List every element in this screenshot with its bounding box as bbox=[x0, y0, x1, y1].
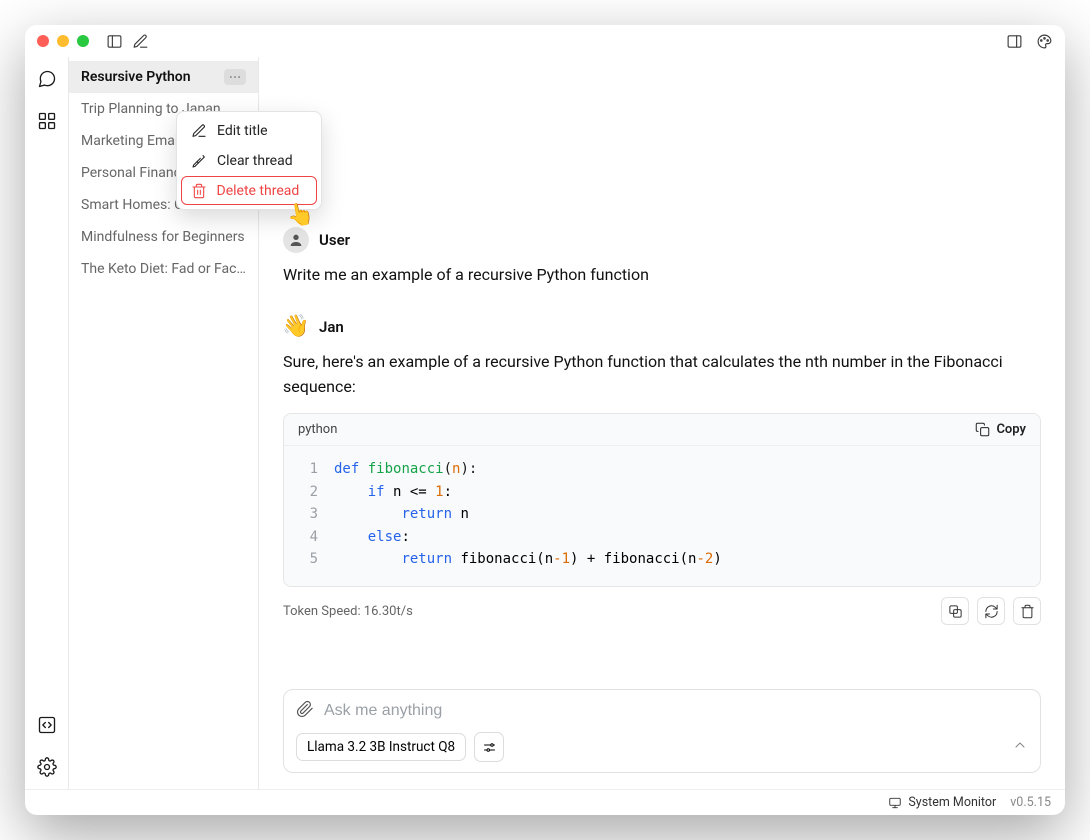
icon-bar bbox=[25, 57, 69, 789]
toggle-sidebar-icon[interactable] bbox=[105, 32, 123, 50]
titlebar bbox=[25, 25, 1065, 57]
copy-message-icon[interactable] bbox=[941, 597, 969, 625]
chat-icon[interactable] bbox=[33, 65, 61, 93]
main-layout: Resursive Python Trip Planning to Japan … bbox=[25, 57, 1065, 789]
apps-icon[interactable] bbox=[33, 107, 61, 135]
thread-list: Resursive Python Trip Planning to Japan … bbox=[69, 57, 259, 789]
code-content: 1def fibonacci(n): 2 if n <= 1: 3 return… bbox=[284, 446, 1040, 586]
system-monitor-button[interactable]: System Monitor bbox=[888, 795, 996, 810]
menu-delete-thread[interactable]: Delete thread bbox=[181, 176, 317, 205]
thread-context-menu: Edit title Clear thread Delete thread bbox=[176, 111, 322, 210]
attachment-icon[interactable] bbox=[296, 700, 314, 722]
assistant-message: 👋 Jan Sure, here's an example of a recur… bbox=[283, 314, 1041, 626]
settings-icon[interactable] bbox=[33, 753, 61, 781]
regenerate-icon[interactable] bbox=[977, 597, 1005, 625]
model-selector[interactable]: Llama 3.2 3B Instruct Q8 bbox=[296, 733, 466, 761]
input-area: Llama 3.2 3B Instruct Q8 bbox=[259, 675, 1065, 789]
menu-edit-label: Edit title bbox=[217, 123, 268, 139]
assistant-avatar: 👋 bbox=[283, 314, 309, 340]
user-avatar bbox=[283, 227, 309, 253]
input-box: Llama 3.2 3B Instruct Q8 bbox=[283, 689, 1041, 773]
copy-code-button[interactable]: Copy bbox=[975, 422, 1026, 437]
copy-label: Copy bbox=[996, 422, 1026, 437]
user-text: Write me an example of a recursive Pytho… bbox=[283, 263, 1041, 288]
maximize-window[interactable] bbox=[77, 35, 89, 47]
thread-title: Mindfulness for Beginners bbox=[81, 229, 245, 245]
traffic-lights bbox=[37, 35, 89, 47]
thread-item[interactable]: Mindfulness for Beginners bbox=[69, 221, 258, 253]
thread-title: Resursive Python bbox=[81, 69, 191, 85]
model-label: Llama 3.2 3B Instruct Q8 bbox=[307, 739, 455, 755]
assistant-text: Sure, here's an example of a recursive P… bbox=[283, 350, 1041, 400]
chat-pane: User Write me an example of a recursive … bbox=[259, 57, 1065, 789]
token-speed: Token Speed: 16.30t/s bbox=[283, 604, 413, 619]
minimize-window[interactable] bbox=[57, 35, 69, 47]
status-bar: System Monitor v0.5.15 bbox=[25, 789, 1065, 815]
palette-icon[interactable] bbox=[1035, 32, 1053, 50]
version-label: v0.5.15 bbox=[1010, 795, 1051, 810]
assistant-name: Jan bbox=[319, 318, 344, 336]
user-name: User bbox=[319, 231, 350, 249]
menu-clear-thread[interactable]: Clear thread bbox=[181, 146, 317, 176]
thread-more-icon[interactable] bbox=[224, 69, 246, 85]
menu-edit-title[interactable]: Edit title bbox=[181, 116, 317, 146]
delete-message-icon[interactable] bbox=[1013, 597, 1041, 625]
new-thread-icon[interactable] bbox=[131, 32, 149, 50]
system-monitor-label: System Monitor bbox=[908, 795, 996, 810]
menu-clear-label: Clear thread bbox=[217, 153, 293, 169]
thread-title: The Keto Diet: Fad or Fact? bbox=[81, 261, 246, 277]
message-list: User Write me an example of a recursive … bbox=[259, 57, 1065, 675]
collapse-icon[interactable] bbox=[1012, 737, 1028, 757]
menu-delete-label: Delete thread bbox=[217, 183, 300, 199]
code-icon[interactable] bbox=[33, 711, 61, 739]
message-actions bbox=[941, 597, 1041, 625]
app-window: Resursive Python Trip Planning to Japan … bbox=[25, 25, 1065, 815]
prompt-input[interactable] bbox=[324, 702, 1028, 720]
thread-item[interactable]: Resursive Python bbox=[69, 61, 258, 93]
user-message: User Write me an example of a recursive … bbox=[283, 227, 1041, 288]
code-block: python Copy 1def fibonacci(n): 2 if n <=… bbox=[283, 413, 1041, 587]
thread-item[interactable]: The Keto Diet: Fad or Fact? bbox=[69, 253, 258, 285]
close-window[interactable] bbox=[37, 35, 49, 47]
model-settings-icon[interactable] bbox=[474, 732, 504, 762]
code-language: python bbox=[298, 422, 337, 437]
panel-right-icon[interactable] bbox=[1005, 32, 1023, 50]
